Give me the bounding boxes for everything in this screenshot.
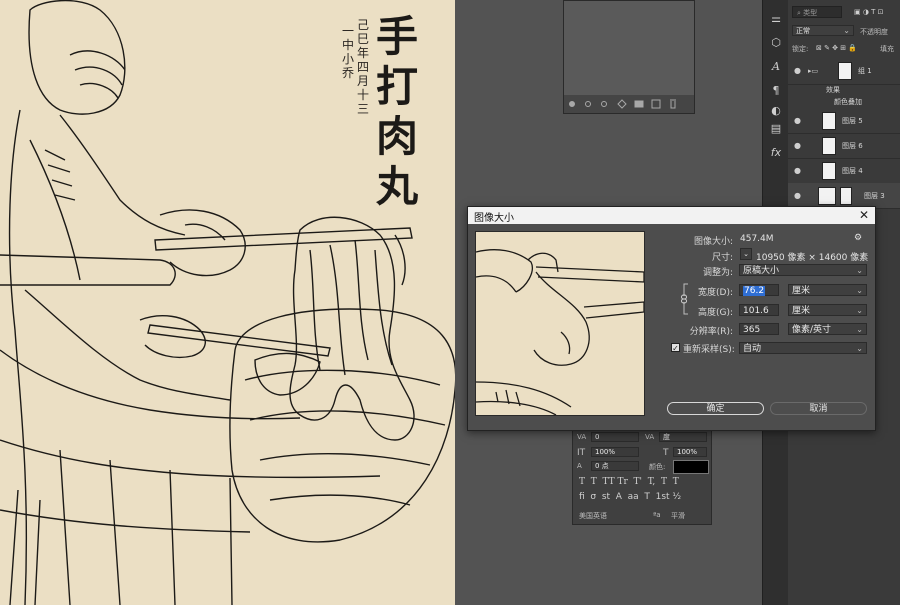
- chevron-down-icon: ⌄: [856, 344, 863, 353]
- floating-panel-icon-strip: [564, 95, 694, 113]
- character-panel: VA 0 VA 度 IT 100% T 100% A 0 点 颜色: T T T…: [572, 428, 712, 525]
- paragraph-icon[interactable]: ¶: [769, 84, 783, 98]
- resample-label: 重新采样(S):: [683, 345, 735, 355]
- width-label: 宽度(D):: [698, 288, 733, 298]
- preview-illustration: [476, 249, 644, 415]
- height-label: 高度(G):: [697, 308, 733, 318]
- lock-icons[interactable]: ⊠ ✎ ✥ ⊞ 🔒: [816, 44, 857, 52]
- text-style-buttons[interactable]: T T TT Tr T' T, T T: [579, 477, 709, 489]
- visibility-eye-icon[interactable]: ●: [794, 191, 802, 200]
- folder-icon: ▸▭: [808, 67, 819, 75]
- visibility-eye-icon[interactable]: ●: [794, 141, 802, 150]
- ok-button[interactable]: 确定: [667, 402, 764, 415]
- layer-name: 图层 6: [842, 142, 863, 150]
- vertical-scale-field[interactable]: 100%: [591, 447, 639, 457]
- visibility-eye-icon[interactable]: ●: [794, 66, 802, 75]
- chevron-down-icon: ⌄: [856, 286, 863, 295]
- layer-search-input[interactable]: ⌕ 类型: [792, 6, 842, 18]
- resample-checkbox[interactable]: ✓: [671, 343, 680, 353]
- lock-label: 锁定:: [792, 45, 809, 53]
- fill-label: 填充: [880, 45, 894, 53]
- color-label: 颜色:: [649, 463, 666, 471]
- layer-group-row[interactable]: ● ▸▭ 组 1: [788, 58, 900, 85]
- artwork-title: 手打肉丸: [375, 12, 418, 211]
- layer-filter-icons[interactable]: ▣ ◑ T ⊡: [854, 8, 884, 16]
- anti-alias-select[interactable]: 平滑: [671, 511, 685, 521]
- chevron-down-icon: ⌄: [856, 306, 863, 315]
- chevron-down-icon: ⌄: [856, 266, 863, 275]
- resolution-label: 分辨率(R):: [689, 327, 733, 337]
- adjustments-icon[interactable]: ◐: [769, 104, 783, 118]
- layer-row[interactable]: ● 图层 4: [788, 158, 900, 184]
- anti-alias-icon: ªa: [653, 511, 661, 519]
- layer-name: 图层 4: [842, 167, 863, 175]
- layer-row[interactable]: ● 图层 6: [788, 133, 900, 159]
- text-color-swatch[interactable]: [673, 460, 709, 474]
- resolution-input[interactable]: 365: [739, 323, 779, 335]
- baseline-field[interactable]: 0 点: [591, 461, 639, 471]
- color-overlay-label: 颜色叠加: [834, 98, 862, 106]
- close-icon[interactable]: ✕: [859, 208, 869, 222]
- tracking-field[interactable]: 0: [591, 432, 639, 442]
- 3d-icon[interactable]: ⬡: [769, 36, 783, 50]
- layer-thumbnail: [822, 112, 836, 130]
- group-name: 组 1: [858, 67, 872, 75]
- language-select[interactable]: 美国英语: [579, 511, 607, 521]
- opentype-buttons[interactable]: fi σ st A aa T 1st ½: [579, 492, 709, 504]
- width-unit-select[interactable]: 厘米 ⌄: [788, 284, 867, 296]
- fit-to-select[interactable]: 原稿大小 ⌄: [739, 264, 867, 276]
- layer-row[interactable]: ● 图层 5: [788, 108, 900, 134]
- channels-icon[interactable]: ▤: [769, 122, 783, 136]
- dialog-title: 图像大小: [474, 213, 514, 224]
- height-unit-select[interactable]: 厘米 ⌄: [788, 304, 867, 316]
- floating-panel-top: [563, 0, 695, 114]
- layer-thumbnail: [822, 162, 836, 180]
- blend-mode-select[interactable]: 正常 ⌄: [792, 25, 854, 36]
- layer-thumbnail: [818, 187, 836, 205]
- kerning-icon: VA: [645, 433, 655, 441]
- image-preview[interactable]: [475, 231, 645, 416]
- character-icon[interactable]: A: [769, 60, 783, 74]
- image-size-value: 457.4M: [740, 234, 774, 244]
- baseline-icon: A: [577, 462, 582, 470]
- resolution-unit-select[interactable]: 像素/英寸 ⌄: [788, 323, 867, 335]
- chevron-down-icon: ⌄: [856, 325, 863, 334]
- fit-to-label: 调整为:: [702, 268, 733, 278]
- chevron-down-icon: ⌄: [843, 26, 850, 35]
- layer-mask-thumbnail: [840, 187, 852, 205]
- dialog-titlebar[interactable]: 图像大小 ✕: [468, 207, 875, 224]
- image-size-dialog: 图像大小 ✕ 图像大小: 457.4M ⚙ 尺寸: ⌄ 10950 像素 × 1…: [467, 206, 876, 431]
- dimensions-unit-chevron-icon[interactable]: ⌄: [740, 248, 752, 260]
- kerning-field[interactable]: 度: [659, 432, 707, 442]
- styles-fx-icon[interactable]: fx: [769, 146, 783, 160]
- horizontal-scale-icon: T: [663, 448, 669, 458]
- gear-icon[interactable]: ⚙: [854, 233, 862, 243]
- layer-name: 图层 3: [864, 192, 885, 200]
- width-value: 76.2: [743, 286, 766, 296]
- layer-thumbnail: [822, 137, 836, 155]
- effects-label: 效果: [826, 86, 840, 94]
- search-icon: ⌕: [797, 9, 801, 17]
- dimensions-label: 尺寸:: [711, 253, 733, 263]
- layer-name: 图层 5: [842, 117, 863, 125]
- artwork-canvas: 手打肉丸 己巳年四月十三 一中小乔: [0, 0, 455, 605]
- group-mask-thumbnail: [838, 62, 852, 80]
- dimensions-value: 10950 像素 × 14600 像素: [756, 253, 869, 263]
- visibility-eye-icon[interactable]: ●: [794, 116, 802, 125]
- properties-icon[interactable]: ⚌: [769, 12, 783, 26]
- artwork-signature-name: 一中小乔: [341, 24, 354, 80]
- opacity-label: 不透明度: [860, 28, 888, 36]
- image-size-label: 图像大小:: [693, 237, 733, 247]
- cancel-button[interactable]: 取消: [770, 402, 867, 415]
- artwork-signature-date: 己巳年四月十三: [356, 18, 369, 116]
- tracking-icon: VA: [577, 433, 587, 441]
- height-input[interactable]: 101.6: [739, 304, 779, 316]
- vertical-scale-icon: IT: [577, 448, 586, 458]
- width-input[interactable]: 76.2: [739, 284, 779, 296]
- horizontal-scale-field[interactable]: 100%: [673, 447, 707, 457]
- visibility-eye-icon[interactable]: ●: [794, 166, 802, 175]
- resample-select[interactable]: 自动 ⌄: [739, 342, 867, 354]
